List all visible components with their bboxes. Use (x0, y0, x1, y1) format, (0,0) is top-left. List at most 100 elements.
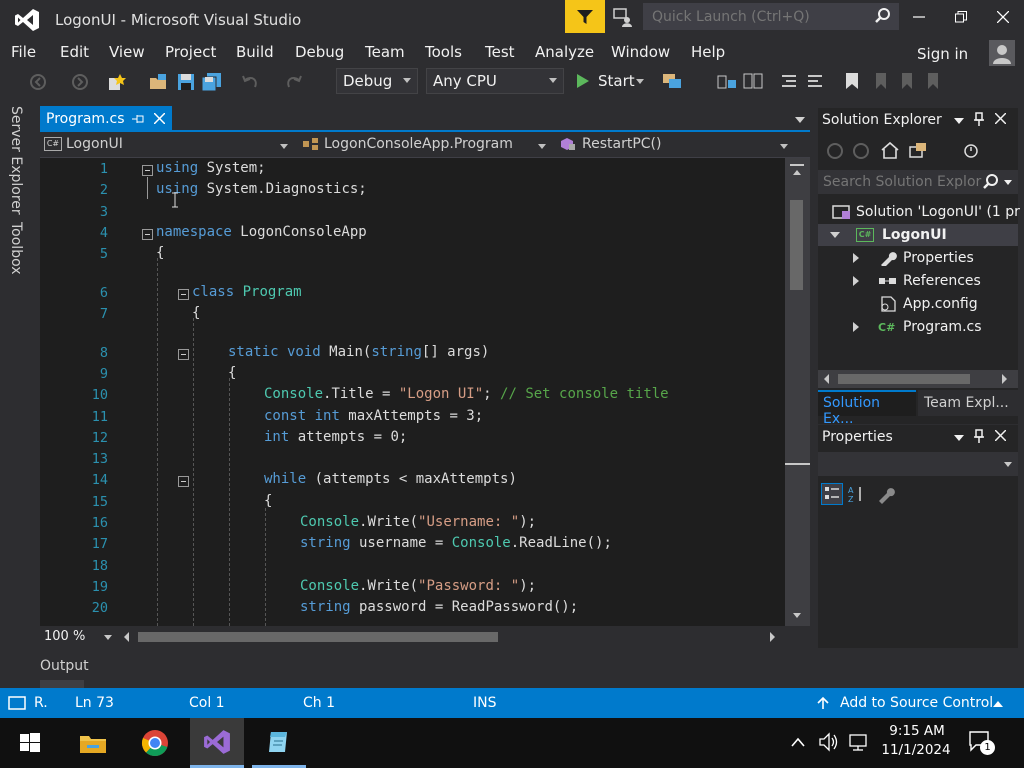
redo-icon[interactable] (284, 72, 304, 92)
notepad-taskbar-button[interactable] (252, 718, 306, 768)
notification-filter-button[interactable] (565, 0, 605, 33)
toolbox-tab[interactable]: Toolbox (8, 222, 24, 275)
categorized-button[interactable] (821, 483, 843, 505)
expand-arrow-icon[interactable] (853, 253, 859, 263)
menu-edit[interactable]: Edit (60, 43, 89, 61)
solution-search-input[interactable] (818, 170, 983, 194)
chrome-taskbar-button[interactable] (128, 718, 182, 768)
collapse-region-icon[interactable] (178, 289, 189, 300)
open-file-icon[interactable] (148, 72, 170, 92)
close-panel-icon[interactable] (995, 430, 1006, 441)
menu-team[interactable]: Team (365, 43, 405, 61)
collapse-region-icon[interactable] (178, 476, 189, 487)
step-into-icon[interactable] (716, 72, 738, 90)
expand-arrow-icon[interactable] (830, 232, 840, 238)
menu-help[interactable]: Help (691, 43, 725, 61)
clear-bookmarks-icon[interactable] (924, 72, 942, 90)
home-icon[interactable] (880, 141, 900, 159)
object-selector-dropdown[interactable] (818, 452, 1018, 476)
forward-icon[interactable] (852, 142, 870, 160)
collapse-region-icon[interactable] (142, 165, 153, 176)
restore-button[interactable] (940, 0, 982, 33)
network-icon[interactable] (848, 733, 870, 753)
tree-project-logonui[interactable]: C# LogonUI (856, 227, 947, 243)
volume-icon[interactable] (818, 732, 840, 752)
new-project-icon[interactable] (106, 72, 128, 92)
tab-program-cs[interactable]: Program.cs (40, 106, 172, 132)
clock-date[interactable]: 11/1/2024 (881, 742, 951, 758)
scroll-left-icon[interactable] (824, 374, 829, 384)
collapse-region-icon[interactable] (178, 349, 189, 360)
scroll-down-icon[interactable] (793, 613, 801, 618)
menu-project[interactable]: Project (165, 43, 216, 61)
window-position-icon[interactable] (954, 435, 964, 441)
start-menu-button[interactable] (3, 718, 57, 768)
menu-window[interactable]: Window (611, 43, 670, 61)
solution-configuration-dropdown[interactable]: Debug (336, 68, 418, 94)
navigate-forward-icon[interactable] (70, 72, 90, 92)
scroll-left-icon[interactable] (124, 632, 129, 642)
file-explorer-taskbar-button[interactable] (66, 718, 120, 768)
close-tab-icon[interactable] (154, 113, 165, 124)
next-bookmark-icon[interactable] (898, 72, 916, 90)
search-icon[interactable] (874, 7, 892, 25)
editor-scroll-thumb[interactable] (790, 200, 803, 290)
property-pages-wrench-icon[interactable] (876, 484, 898, 504)
zoom-dropdown-icon[interactable] (104, 635, 112, 640)
scroll-up-icon[interactable] (793, 170, 801, 175)
menu-tools[interactable]: Tools (425, 43, 462, 61)
bookmark-icon[interactable] (844, 72, 860, 90)
auto-hide-pin-icon[interactable] (973, 112, 985, 126)
class-dropdown[interactable]: LogonConsoleApp.Program (302, 136, 552, 156)
member-dropdown[interactable]: RestartPC() (560, 136, 790, 156)
project-dropdown[interactable]: C# LogonUI (44, 136, 294, 156)
tree-item-app-config[interactable]: App.config (878, 296, 978, 312)
tab-team-explorer[interactable]: Team Expl... (918, 390, 1018, 416)
search-icon[interactable] (982, 173, 1000, 191)
expand-arrow-icon[interactable] (853, 322, 859, 332)
previous-bookmark-icon[interactable] (872, 72, 890, 90)
show-hidden-icons-chevron-icon[interactable] (790, 736, 806, 748)
save-all-icon[interactable] (201, 72, 223, 92)
menu-debug[interactable]: Debug (295, 43, 344, 61)
auto-hide-pin-icon[interactable] (973, 429, 985, 443)
horizontal-scroll-thumb[interactable] (138, 632, 498, 642)
menu-file[interactable]: File (11, 43, 36, 61)
account-icon[interactable] (989, 40, 1015, 66)
minimize-button[interactable] (898, 0, 940, 33)
expand-arrow-icon[interactable] (853, 276, 859, 286)
tab-solution-explorer[interactable]: Solution Ex... (818, 390, 916, 427)
zoom-level[interactable]: 100 % (44, 629, 85, 644)
solution-platform-dropdown[interactable]: Any CPU (426, 68, 564, 94)
chevron-up-icon[interactable] (993, 701, 1003, 707)
menu-test[interactable]: Test (485, 43, 515, 61)
output-window-tab[interactable]: Output (40, 658, 89, 674)
save-icon[interactable] (176, 72, 196, 92)
menu-view[interactable]: View (109, 43, 145, 61)
pin-icon[interactable] (132, 113, 144, 125)
quick-launch-box[interactable] (643, 3, 899, 30)
step-over-icon[interactable] (742, 72, 764, 90)
back-icon[interactable] (826, 142, 844, 160)
clock-time[interactable]: 9:15 AM (887, 723, 947, 739)
feedback-icon[interactable] (612, 6, 634, 28)
scroll-thumb[interactable] (838, 374, 970, 384)
action-center-button[interactable]: 1 (968, 730, 998, 758)
start-debugging-button[interactable]: Start (574, 69, 648, 93)
visual-studio-taskbar-button[interactable] (190, 718, 244, 768)
menu-analyze[interactable]: Analyze (535, 43, 594, 61)
code-editor[interactable]: 1 2 3 4 5 6 7 8 9 10 11 12 13 14 15 16 1… (40, 158, 810, 626)
split-handle[interactable] (790, 164, 804, 166)
collapse-region-icon[interactable] (142, 229, 153, 240)
close-window-button[interactable] (982, 0, 1024, 33)
switch-views-icon[interactable] (908, 141, 928, 159)
alphabetical-icon[interactable]: AZ (847, 484, 869, 504)
menu-build[interactable]: Build (236, 43, 274, 61)
undo-icon[interactable] (240, 72, 260, 92)
sign-in-link[interactable]: Sign in (917, 45, 968, 63)
window-position-icon[interactable] (954, 118, 964, 124)
browser-link-icon[interactable] (662, 72, 682, 90)
add-to-source-control-button[interactable]: Add to Source Control (840, 695, 993, 711)
solution-explorer-search[interactable] (818, 170, 1018, 194)
visual-studio-logo-icon[interactable] (14, 8, 40, 32)
